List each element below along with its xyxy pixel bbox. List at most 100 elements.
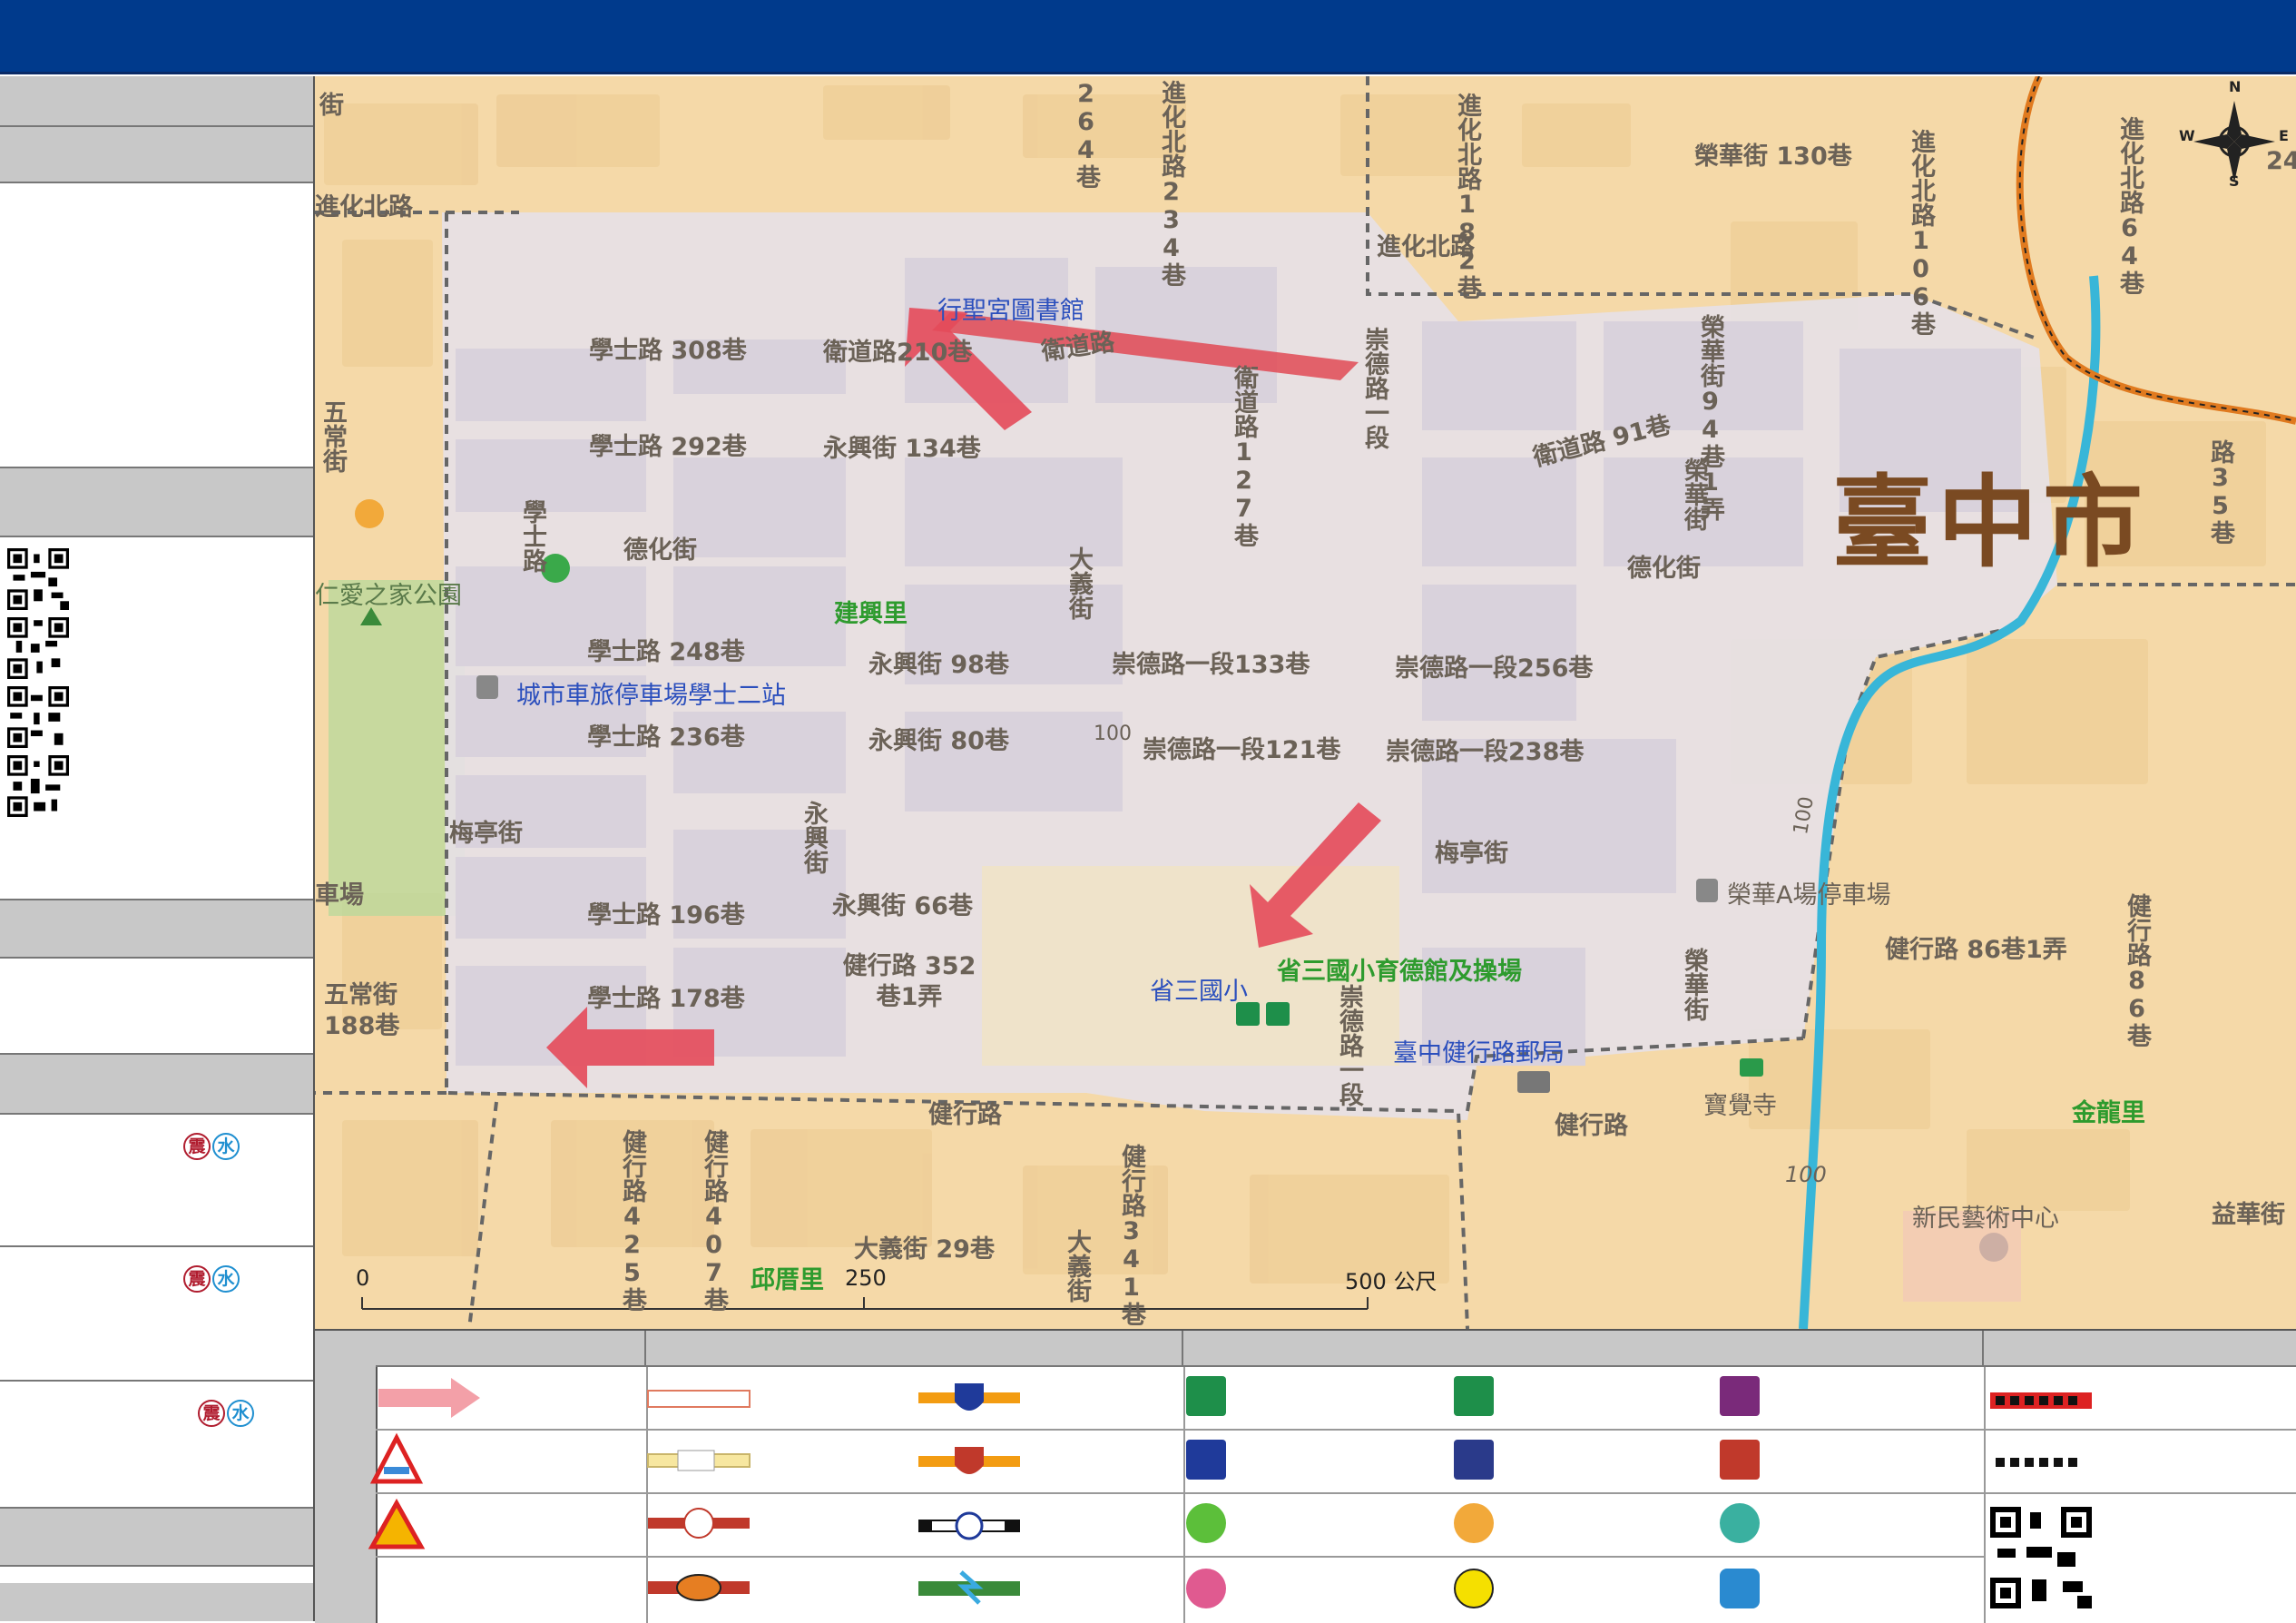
street-label: 健行路 352巷1弄 [842, 952, 976, 1011]
title-bar [0, 0, 2296, 74]
sidebar-header-5 [0, 1055, 313, 1115]
street-label: 進化北路106巷 [1907, 129, 1935, 336]
qr-code-icon[interactable] [7, 617, 69, 679]
shelter-entry-1[interactable]: 震水 [0, 1115, 313, 1247]
street-label: 崇德路一段133巷 [1112, 651, 1310, 679]
qr-code-icon[interactable] [7, 548, 69, 610]
street-label: 梅亭街 [449, 820, 523, 848]
poi-label-parking[interactable]: 城市車旅停車場學士二站 [516, 675, 786, 711]
street-label: 學士路 178巷 [587, 985, 745, 1013]
poi-label-evacuation-site[interactable]: 省三國小育德館及操場 [1277, 951, 1522, 987]
village-label: 邱厝里 [751, 1266, 824, 1294]
poi-label-arts-center[interactable]: 新民藝術中心 [1912, 1198, 2059, 1234]
sidebar-header-3 [0, 468, 313, 537]
elevation-label: 100 [1785, 1162, 1827, 1187]
police-station-icon [1454, 1440, 1494, 1480]
compass-west: W [2179, 127, 2195, 144]
compass-south: S [2229, 172, 2240, 190]
street-label: 24 [2266, 147, 2296, 175]
accessible-icon [1186, 1503, 1226, 1543]
earthquake-badge: 震 [183, 1265, 211, 1293]
street-label: 進化北路 [1377, 233, 1475, 261]
village-boundary-symbol [1996, 1458, 2077, 1467]
fire-station-icon [1720, 1440, 1760, 1480]
street-label: 崇德路一段238巷 [1386, 738, 1585, 766]
street-label: 健行路425巷 [618, 1129, 646, 1312]
street-label: 學士路 248巷 [587, 638, 745, 666]
street-label: 進化北路 [315, 193, 413, 221]
shelter-icon [1454, 1376, 1494, 1416]
street-label: 五常街 188巷 [324, 981, 400, 1040]
scale-label-mid: 250 [845, 1265, 887, 1291]
elder-care-icon [1454, 1503, 1494, 1543]
flood-warning-icon [369, 1432, 424, 1484]
street-label: 德化街 [1627, 555, 1701, 583]
poi-label-school[interactable]: 省三國小 [1150, 971, 1248, 1007]
earthquake-badge: 震 [198, 1400, 225, 1427]
street-label: 崇德路一段121巷 [1143, 736, 1341, 764]
poi-label-parking[interactable]: 榮華A場停車場 [1727, 875, 1890, 910]
shelter-entry-2[interactable]: 震水 [0, 1247, 313, 1382]
sidebar-info-panel [0, 183, 313, 468]
street-label: 永興街 80巷 [868, 727, 1009, 755]
road-symbol-minor [647, 1390, 751, 1408]
street-label: 健行路 [1555, 1112, 1628, 1140]
evacuation-site-icon [1186, 1376, 1226, 1416]
parking-icon [476, 675, 498, 699]
medical-icon [1186, 1440, 1226, 1480]
street-label: 學士路 292巷 [589, 433, 747, 461]
elevation-label: 100 [1094, 723, 1132, 745]
street-label: 學士路 236巷 [587, 723, 745, 752]
qr-code-icon[interactable] [7, 686, 69, 748]
street-label: 五常街 [319, 399, 347, 473]
street-label: 大義街 [1063, 1229, 1091, 1303]
eoc-icon [1454, 1569, 1494, 1608]
scale-label-zero: 0 [356, 1265, 370, 1291]
street-label: 榮華街 [1680, 457, 1708, 531]
flood-badge: 水 [227, 1400, 254, 1427]
street-label: 崇德路一段256巷 [1395, 654, 1594, 683]
scale-label-end: 500 公尺 [1345, 1269, 1437, 1294]
street-label: 學士路 196巷 [587, 901, 745, 930]
village-map[interactable]: 街 264巷 進化北路234巷 進化北路182巷 榮華街 130巷 進化北路10… [315, 76, 2296, 1329]
evacuation-site-icon [1266, 1002, 1290, 1026]
street-label: 車場 [315, 881, 364, 910]
hazard-badge: 震水 [183, 1265, 241, 1293]
sidebar-header-2 [0, 127, 313, 183]
compass-east: E [2279, 127, 2289, 144]
street-label: 學士路 [518, 499, 546, 573]
evacuation-arrow-icon [378, 1378, 480, 1418]
sidebar-header-6 [0, 1509, 313, 1567]
legend-qr-code [1990, 1507, 2092, 1608]
street-label: 崇德路一段 [1335, 984, 1363, 1107]
shelter-entry-3[interactable]: 震水 [0, 1382, 313, 1509]
scale-bar [361, 1297, 1369, 1310]
info-sidebar: 震水 震水 震水 [0, 76, 315, 1621]
street-label: 進化北路234巷 [1157, 80, 1185, 287]
street-label: 進化北路182巷 [1453, 93, 1481, 300]
street-label: 永興街 66巷 [832, 892, 973, 920]
poi-label-post-office[interactable]: 臺中健行路郵局 [1393, 1033, 1565, 1068]
post-office-icon [1517, 1071, 1550, 1093]
poi-label-park[interactable]: 仁愛之家公園 [315, 575, 462, 611]
street-label: 路35巷 [2206, 439, 2234, 545]
street-label: 衛道路210巷 [823, 339, 973, 367]
temple-icon [1740, 1058, 1763, 1077]
poi-label-library[interactable]: 行聖宮圖書館 [937, 290, 1084, 326]
flood-badge: 水 [212, 1265, 240, 1293]
legend-symbols [368, 1378, 2092, 1608]
qr-code-icon[interactable] [7, 755, 69, 817]
street-label: 益華街 [2212, 1201, 2285, 1229]
sidebar-header-1 [0, 76, 313, 127]
compass-icon [2193, 101, 2275, 182]
poi-label-temple[interactable]: 寶覺寺 [1703, 1086, 1777, 1121]
parking-icon [1696, 879, 1718, 902]
street-label: 衛道路127巷 [1230, 365, 1258, 547]
village-label: 建興里 [834, 600, 908, 628]
compass-north: N [2229, 78, 2242, 95]
earthquake-badge: 震 [183, 1133, 211, 1160]
street-label: 大義街 [1065, 546, 1093, 620]
street-label: 永興街 98巷 [868, 651, 1009, 679]
family-service-icon [1186, 1569, 1226, 1608]
childcare-icon [1720, 1503, 1760, 1543]
